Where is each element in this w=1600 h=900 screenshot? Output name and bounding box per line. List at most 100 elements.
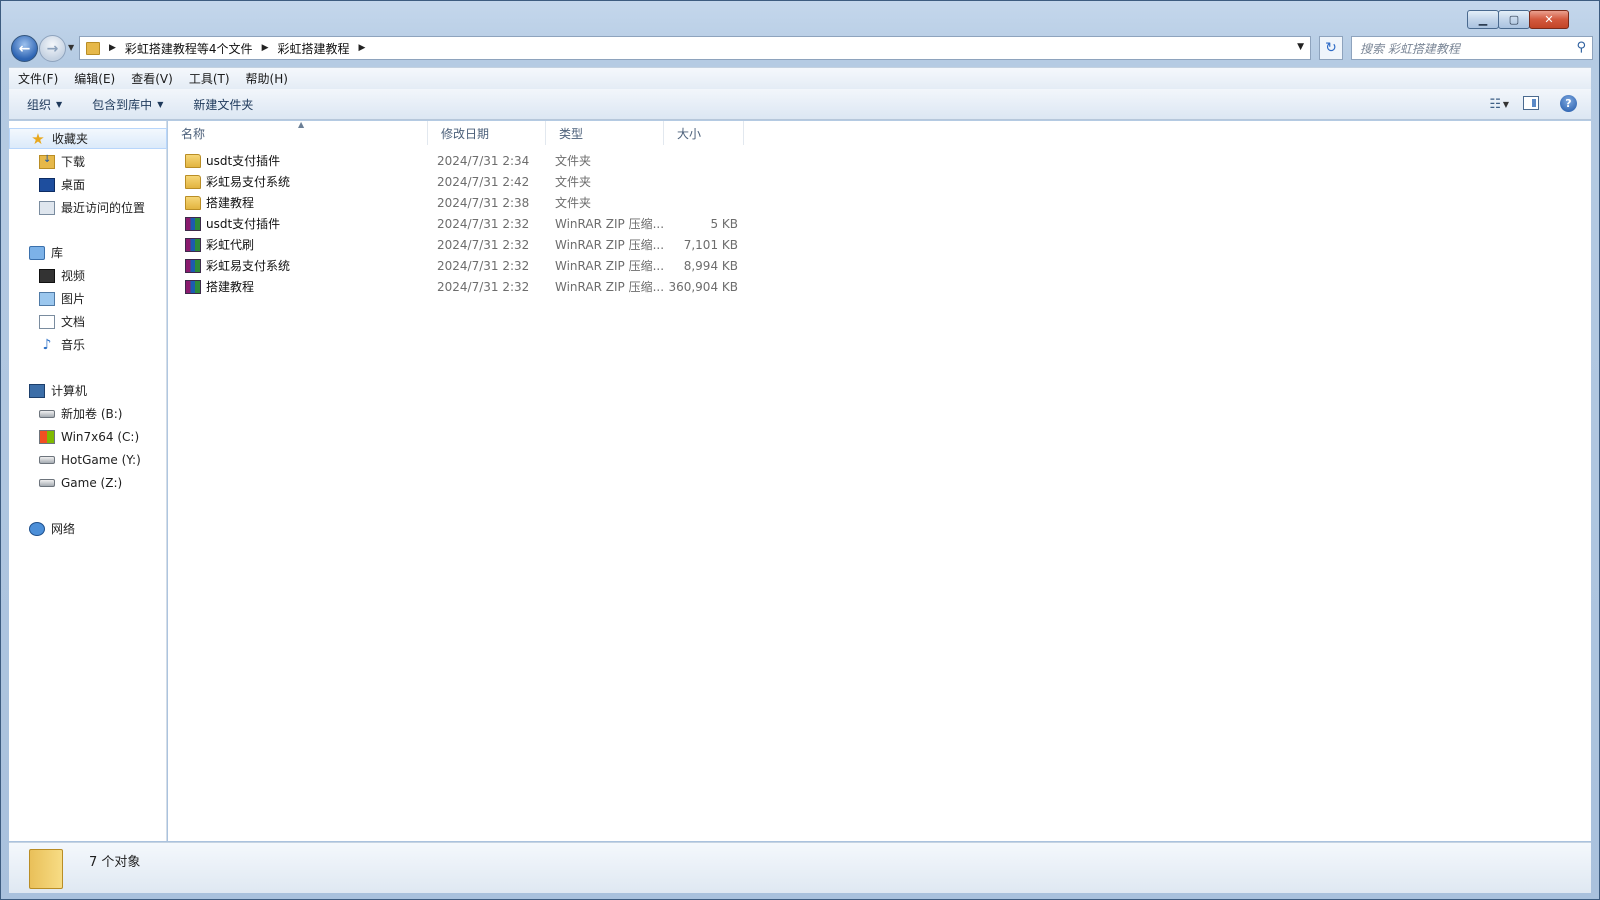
table-row[interactable]: 彩虹易支付系统 2024/7/31 2:32 WinRAR ZIP 压缩... … bbox=[168, 255, 744, 276]
explorer-window: ▁ ▢ ✕ ← → ▼ ▶ 彩虹搭建教程等4个文件 ▶ 彩虹搭建教程 ▶ ▼ ↻… bbox=[0, 0, 1600, 900]
chevron-down-icon[interactable]: ▼ bbox=[1503, 100, 1509, 109]
recent-places-icon bbox=[39, 200, 55, 215]
sidebar-item-desktop[interactable]: 桌面 bbox=[9, 174, 167, 195]
sidebar-label: 计算机 bbox=[51, 384, 88, 398]
column-name[interactable]: 名称 ▲ bbox=[168, 120, 428, 145]
file-name: 彩虹易支付系统 bbox=[206, 259, 291, 273]
organize-button[interactable]: 组织 ▼ bbox=[27, 96, 62, 113]
sidebar-item-downloads[interactable]: 下载 bbox=[9, 151, 167, 172]
file-type: 文件夹 bbox=[555, 196, 592, 210]
sidebar-label: 新加卷 (B:) bbox=[61, 407, 123, 421]
column-type[interactable]: 类型 bbox=[546, 121, 664, 145]
library-icon bbox=[29, 245, 45, 260]
navigation-bar: ← → ▼ ▶ 彩虹搭建教程等4个文件 ▶ 彩虹搭建教程 ▶ ▼ ↻ 搜索 彩虹… bbox=[9, 33, 1593, 63]
table-row[interactable]: usdt支付插件 2024/7/31 2:34 文件夹 bbox=[168, 150, 744, 171]
help-icon[interactable]: ? bbox=[1560, 95, 1577, 112]
file-name-cell: 彩虹易支付系统 bbox=[168, 257, 428, 274]
refresh-button[interactable]: ↻ bbox=[1319, 36, 1343, 60]
file-name-cell: 搭建教程 bbox=[168, 278, 428, 295]
sidebar-item-documents[interactable]: 文档 bbox=[9, 311, 167, 332]
sidebar-label: Game (Z:) bbox=[61, 475, 123, 490]
sidebar-item-drive-y[interactable]: HotGame (Y:) bbox=[9, 449, 167, 470]
navigation-pane: ★ 收藏夹 下载 桌面 最近访问的位置 库 视频 图片 文档 bbox=[9, 121, 167, 841]
column-label: 名称 bbox=[181, 126, 206, 141]
file-name-cell: 彩虹易支付系统 bbox=[168, 173, 428, 190]
sidebar-item-computer[interactable]: 计算机 bbox=[9, 380, 167, 401]
change-view-icon[interactable]: ☷ bbox=[1489, 97, 1501, 112]
caption-buttons: ▁ ▢ ✕ bbox=[1467, 10, 1569, 29]
sidebar-item-music[interactable]: ♪ 音乐 bbox=[9, 334, 167, 355]
sidebar-item-libraries[interactable]: 库 bbox=[9, 242, 167, 263]
sidebar-item-drive-c[interactable]: Win7x64 (C:) bbox=[9, 426, 167, 447]
preview-pane-icon[interactable] bbox=[1523, 96, 1539, 110]
recent-pages-dropdown[interactable]: ▼ bbox=[68, 43, 74, 52]
file-name: usdt支付插件 bbox=[206, 154, 281, 168]
table-row[interactable]: 搭建教程 2024/7/31 2:32 WinRAR ZIP 压缩... 360… bbox=[168, 276, 744, 297]
address-history-dropdown[interactable]: ▼ bbox=[1297, 42, 1304, 52]
column-size[interactable]: 大小 bbox=[664, 121, 744, 145]
column-date[interactable]: 修改日期 bbox=[428, 121, 546, 145]
folder-icon bbox=[185, 153, 201, 168]
sidebar-item-drive-z[interactable]: Game (Z:) bbox=[9, 472, 167, 493]
include-in-library-button[interactable]: 包含到库中 ▼ bbox=[92, 96, 163, 113]
sidebar-item-drive-b[interactable]: 新加卷 (B:) bbox=[9, 403, 167, 424]
close-button[interactable]: ✕ bbox=[1529, 10, 1569, 29]
breadcrumb-parent[interactable]: 彩虹搭建教程等4个文件 bbox=[125, 40, 253, 57]
new-folder-button[interactable]: 新建文件夹 bbox=[193, 96, 253, 113]
table-row[interactable]: 搭建教程 2024/7/31 2:38 文件夹 bbox=[168, 192, 744, 213]
winrar-archive-icon bbox=[185, 216, 201, 231]
file-size: 7,101 KB bbox=[683, 237, 738, 252]
search-placeholder: 搜索 彩虹搭建教程 bbox=[1360, 41, 1460, 56]
picture-library-icon bbox=[39, 291, 55, 306]
file-date: 2024/7/31 2:32 bbox=[437, 258, 530, 273]
chevron-right-icon[interactable]: ▶ bbox=[359, 43, 366, 53]
menu-bar: 文件(F) 编辑(E) 查看(V) 工具(T) 帮助(H) bbox=[9, 67, 1591, 89]
maximize-button[interactable]: ▢ bbox=[1498, 10, 1530, 29]
table-row[interactable]: usdt支付插件 2024/7/31 2:32 WinRAR ZIP 压缩...… bbox=[168, 213, 744, 234]
sidebar-label: 最近访问的位置 bbox=[61, 201, 146, 215]
drive-icon bbox=[39, 478, 55, 487]
sidebar-item-network[interactable]: 网络 bbox=[9, 518, 167, 539]
file-size: 8,994 KB bbox=[683, 258, 738, 273]
organize-label: 组织 bbox=[27, 97, 52, 112]
menu-file[interactable]: 文件(F) bbox=[18, 70, 58, 87]
chevron-right-icon[interactable]: ▶ bbox=[109, 43, 116, 53]
sidebar-item-recent[interactable]: 最近访问的位置 bbox=[9, 197, 167, 218]
computer-icon bbox=[29, 383, 45, 398]
menu-help[interactable]: 帮助(H) bbox=[246, 70, 288, 87]
chevron-right-icon[interactable]: ▶ bbox=[262, 43, 269, 53]
back-arrow-icon: ← bbox=[18, 40, 31, 57]
search-icon[interactable]: ⚲ bbox=[1576, 40, 1586, 55]
file-name: 搭建教程 bbox=[206, 280, 255, 294]
menu-view[interactable]: 查看(V) bbox=[131, 70, 173, 87]
sidebar-label: 图片 bbox=[61, 292, 86, 306]
address-bar[interactable]: ▶ 彩虹搭建教程等4个文件 ▶ 彩虹搭建教程 ▶ ▼ bbox=[79, 36, 1311, 60]
file-size: 360,904 KB bbox=[668, 279, 738, 294]
search-input[interactable]: 搜索 彩虹搭建教程 ⚲ bbox=[1351, 36, 1593, 60]
menu-edit[interactable]: 编辑(E) bbox=[74, 70, 115, 87]
details-pane: 7 个对象 bbox=[9, 842, 1591, 893]
video-library-icon bbox=[39, 268, 55, 283]
sidebar-label: 音乐 bbox=[61, 338, 86, 352]
forward-button[interactable]: → bbox=[39, 35, 66, 62]
sidebar-label: 桌面 bbox=[61, 178, 86, 192]
file-list: 名称 ▲ 修改日期 类型 大小 usdt支付插件 2024/7/31 2:34 … bbox=[168, 120, 1591, 841]
item-count: 7 个对象 bbox=[89, 855, 141, 870]
sidebar-item-favorites[interactable]: ★ 收藏夹 bbox=[9, 128, 167, 149]
winrar-archive-icon bbox=[185, 279, 201, 294]
folder-icon bbox=[86, 41, 100, 55]
desktop-icon bbox=[39, 177, 55, 192]
sort-ascending-icon: ▲ bbox=[298, 120, 305, 129]
table-row[interactable]: 彩虹代刷 2024/7/31 2:32 WinRAR ZIP 压缩... 7,1… bbox=[168, 234, 744, 255]
forward-arrow-icon: → bbox=[46, 40, 59, 57]
minimize-button[interactable]: ▁ bbox=[1467, 10, 1499, 29]
menu-tools[interactable]: 工具(T) bbox=[189, 70, 230, 87]
sidebar-label: 视频 bbox=[61, 269, 86, 283]
sidebar-item-pictures[interactable]: 图片 bbox=[9, 288, 167, 309]
breadcrumb-current[interactable]: 彩虹搭建教程 bbox=[277, 40, 349, 57]
file-size: 5 KB bbox=[710, 216, 738, 231]
sidebar-item-videos[interactable]: 视频 bbox=[9, 265, 167, 286]
back-button[interactable]: ← bbox=[11, 35, 38, 62]
table-row[interactable]: 彩虹易支付系统 2024/7/31 2:42 文件夹 bbox=[168, 171, 744, 192]
refresh-icon: ↻ bbox=[1325, 40, 1337, 56]
